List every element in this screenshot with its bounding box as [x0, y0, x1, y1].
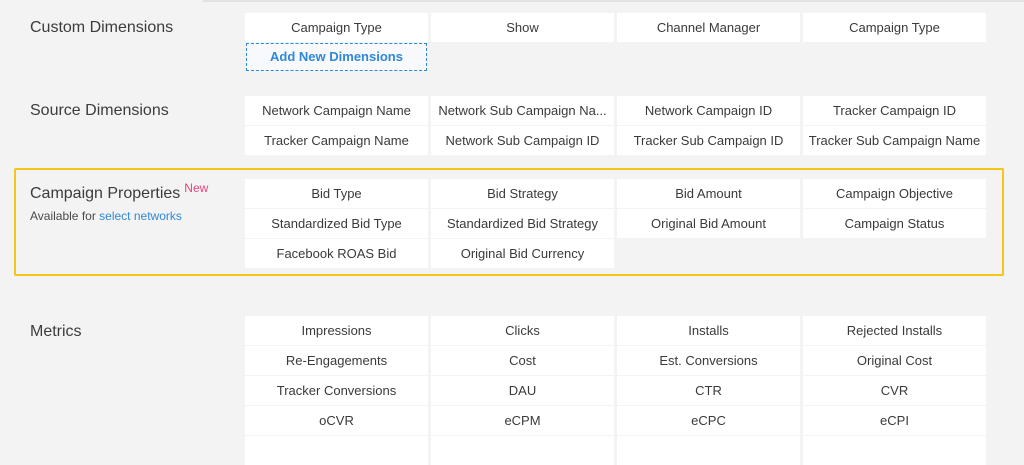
- campaign-property-chip[interactable]: Campaign Objective: [803, 179, 986, 208]
- select-networks-link[interactable]: select networks: [99, 209, 182, 223]
- custom-dimension-chip[interactable]: Channel Manager: [617, 13, 800, 42]
- metric-chip[interactable]: Clicks: [431, 316, 614, 345]
- source-dimension-chip[interactable]: Network Campaign Name: [245, 96, 428, 125]
- campaign-property-chip[interactable]: Campaign Status: [803, 209, 986, 238]
- metric-chip[interactable]: CTR: [617, 376, 800, 405]
- campaign-property-chip[interactable]: Facebook ROAS Bid: [245, 239, 428, 268]
- custom-dimensions-title: Custom Dimensions: [30, 19, 174, 36]
- metric-chip-partial[interactable]: [245, 436, 428, 465]
- campaign-properties-grid: Bid Type Bid Strategy Bid Amount Campaig…: [245, 179, 986, 268]
- campaign-property-chip[interactable]: Original Bid Currency: [431, 239, 614, 268]
- campaign-property-chip[interactable]: Original Bid Amount: [617, 209, 800, 238]
- metrics-title: Metrics: [30, 323, 82, 340]
- metric-chip-partial[interactable]: [431, 436, 614, 465]
- custom-dimension-chip[interactable]: Show: [431, 13, 614, 42]
- metric-chip[interactable]: eCPC: [617, 406, 800, 435]
- new-badge: New: [184, 181, 209, 195]
- metric-chip[interactable]: Est. Conversions: [617, 346, 800, 375]
- source-dimensions-title: Source Dimensions: [30, 102, 169, 119]
- metric-chip[interactable]: Rejected Installs: [803, 316, 986, 345]
- source-dimension-chip[interactable]: Network Sub Campaign ID: [431, 126, 614, 155]
- add-new-dimensions-button[interactable]: Add New Dimensions: [246, 43, 427, 71]
- campaign-property-chip[interactable]: Bid Amount: [617, 179, 800, 208]
- campaign-property-chip[interactable]: Standardized Bid Strategy: [431, 209, 614, 238]
- availability-text: Available for: [30, 209, 96, 223]
- metric-chip[interactable]: eCPM: [431, 406, 614, 435]
- campaign-property-chip[interactable]: Standardized Bid Type: [245, 209, 428, 238]
- metric-chip[interactable]: CVR: [803, 376, 986, 405]
- metric-chip[interactable]: Cost: [431, 346, 614, 375]
- source-dimension-chip[interactable]: Tracker Campaign Name: [245, 126, 428, 155]
- metric-chip-partial[interactable]: [617, 436, 800, 465]
- custom-dimensions-grid: Campaign Type Show Channel Manager Campa…: [245, 13, 986, 42]
- metric-chip-partial[interactable]: [803, 436, 986, 465]
- source-dimension-chip[interactable]: Tracker Campaign ID: [803, 96, 986, 125]
- metric-chip[interactable]: Installs: [617, 316, 800, 345]
- metrics-grid: Impressions Clicks Installs Rejected Ins…: [245, 316, 986, 465]
- metric-chip[interactable]: oCVR: [245, 406, 428, 435]
- source-dimension-chip[interactable]: Tracker Sub Campaign Name: [803, 126, 986, 155]
- custom-dimension-chip[interactable]: Campaign Type: [803, 13, 986, 42]
- campaign-property-chip[interactable]: Bid Type: [245, 179, 428, 208]
- source-dimension-chip[interactable]: Network Sub Campaign Na...: [431, 96, 614, 125]
- metric-chip[interactable]: eCPI: [803, 406, 986, 435]
- source-dimensions-grid: Network Campaign Name Network Sub Campai…: [245, 96, 986, 155]
- metric-chip[interactable]: Impressions: [245, 316, 428, 345]
- campaign-property-chip[interactable]: Bid Strategy: [431, 179, 614, 208]
- metric-chip[interactable]: Re-Engagements: [245, 346, 428, 375]
- metric-chip[interactable]: Tracker Conversions: [245, 376, 428, 405]
- top-divider: [203, 0, 1024, 2]
- campaign-properties-title: Campaign Properties New: [30, 181, 208, 203]
- campaign-properties-subtitle: Available for select networks: [30, 209, 182, 223]
- source-dimension-chip[interactable]: Tracker Sub Campaign ID: [617, 126, 800, 155]
- source-dimension-chip[interactable]: Network Campaign ID: [617, 96, 800, 125]
- custom-dimension-chip[interactable]: Campaign Type: [245, 13, 428, 42]
- metric-chip[interactable]: Original Cost: [803, 346, 986, 375]
- campaign-properties-label: Campaign Properties: [30, 185, 181, 202]
- metric-chip[interactable]: DAU: [431, 376, 614, 405]
